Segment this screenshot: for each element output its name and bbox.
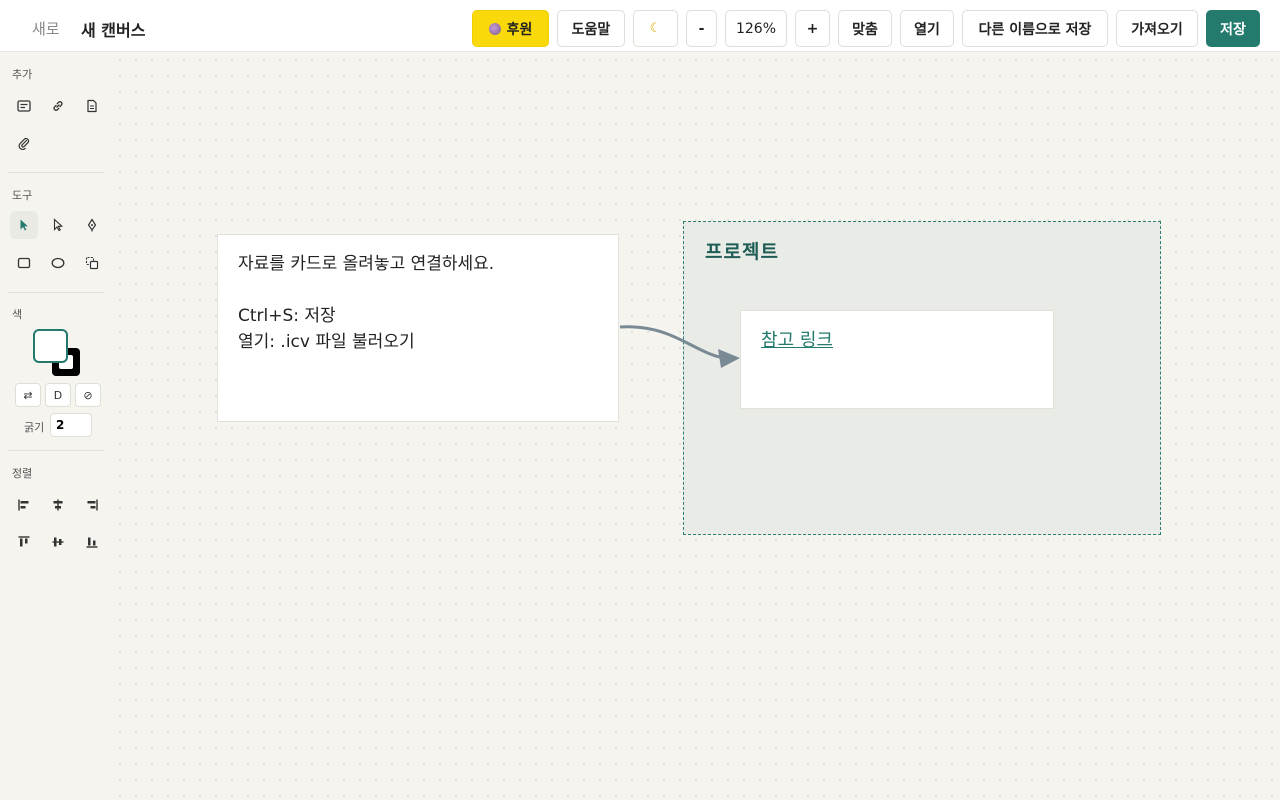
pen-tool-icon: [87, 218, 97, 232]
help-button[interactable]: 도움말: [557, 10, 625, 47]
theme-toggle-button[interactable]: ☾: [633, 10, 678, 47]
link-icon: [53, 101, 63, 111]
add-attachment-button[interactable]: [10, 129, 38, 157]
zoom-level-button[interactable]: 126%: [725, 10, 787, 47]
no-color-button[interactable]: ⊘: [75, 383, 101, 407]
coffee-icon: [488, 22, 501, 35]
ellipse-icon: [51, 257, 65, 269]
link-card-link[interactable]: 참고 링크: [761, 326, 833, 352]
align-middle-button[interactable]: [44, 528, 72, 556]
add-document-button[interactable]: [78, 92, 106, 120]
thickness-label: 굵기: [24, 421, 45, 434]
note-line-3: 열기: .icv 파일 불러오기: [238, 332, 415, 352]
canvas-title[interactable]: 새 캔버스: [81, 17, 145, 41]
note-line-1: 자료를 카드로 올려놓고 연결하세요.: [238, 254, 495, 274]
top-bar: 새로 새 캔버스 후원 도움말 ☾ - 126% + 맞춤 열기 다른 이름으로…: [0, 0, 1280, 52]
open-button[interactable]: 열기: [900, 10, 954, 47]
save-button[interactable]: 저장: [1206, 10, 1260, 47]
save-as-button[interactable]: 다른 이름으로 저장: [962, 10, 1108, 47]
align-top-button[interactable]: [10, 528, 38, 556]
add-link-button[interactable]: [44, 92, 72, 120]
sponsor-button[interactable]: 후원: [472, 10, 549, 47]
moon-icon: ☾: [649, 21, 662, 36]
pen-tool-button[interactable]: [78, 211, 106, 239]
align-middle-icon: [52, 537, 64, 547]
tools-section-label: 도구: [12, 189, 33, 202]
zoom-in-button[interactable]: +: [795, 10, 830, 47]
divider: [8, 172, 104, 173]
direct-select-icon: [53, 218, 64, 232]
zoom-out-button[interactable]: -: [686, 10, 717, 47]
document-icon: [87, 99, 97, 113]
attachment-icon: [18, 138, 30, 150]
align-center-horizontal-button[interactable]: [44, 491, 72, 519]
add-section-label: 추가: [12, 68, 33, 81]
text-card-icon: [17, 100, 31, 112]
default-colors-button[interactable]: D: [45, 383, 71, 407]
divider: [8, 292, 104, 293]
rectangle-tool-button[interactable]: [10, 249, 38, 277]
align-section-label: 정렬: [12, 467, 33, 480]
fit-button[interactable]: 맞춤: [838, 10, 892, 47]
ellipse-tool-button[interactable]: [44, 249, 72, 277]
note-line-2: Ctrl+S: 저장: [238, 306, 336, 326]
direct-select-tool-button[interactable]: [44, 211, 72, 239]
select-tool-button[interactable]: [10, 211, 38, 239]
thickness-input[interactable]: [50, 413, 92, 437]
align-right-button[interactable]: [78, 491, 106, 519]
divider: [8, 450, 104, 451]
note-card-text[interactable]: 자료를 카드로 올려놓고 연결하세요. Ctrl+S: 저장 열기: .icv …: [238, 251, 494, 355]
align-bottom-button[interactable]: [78, 528, 106, 556]
align-top-icon: [18, 536, 30, 547]
link-card[interactable]: 참고 링크: [740, 310, 1054, 409]
group-icon: [85, 256, 99, 270]
align-bottom-icon: [86, 537, 98, 548]
swap-colors-button[interactable]: ⇄: [15, 383, 41, 407]
align-left-icon: [18, 499, 29, 511]
rectangle-icon: [17, 257, 31, 269]
color-section-label: 색: [12, 308, 23, 321]
fill-color-swatch[interactable]: [33, 329, 68, 363]
align-center-horizontal-icon: [53, 499, 63, 511]
select-arrow-icon: [20, 219, 28, 231]
group-tool-button[interactable]: [78, 249, 106, 277]
align-left-button[interactable]: [10, 491, 38, 519]
new-canvas-link[interactable]: 새로: [32, 18, 60, 39]
sidebar: 추가 도구 색 ⇄ D ⊘ 굵기 정렬: [0, 52, 112, 800]
note-card[interactable]: 자료를 카드로 올려놓고 연결하세요. Ctrl+S: 저장 열기: .icv …: [217, 234, 619, 422]
group-title[interactable]: 프로젝트: [705, 237, 779, 264]
canvas-area[interactable]: 프로젝트 자료를 카드로 올려놓고 연결하세요. Ctrl+S: 저장 열기: …: [112, 52, 1280, 800]
import-button[interactable]: 가져오기: [1116, 10, 1198, 47]
align-right-icon: [87, 499, 98, 511]
add-text-card-button[interactable]: [10, 92, 38, 120]
